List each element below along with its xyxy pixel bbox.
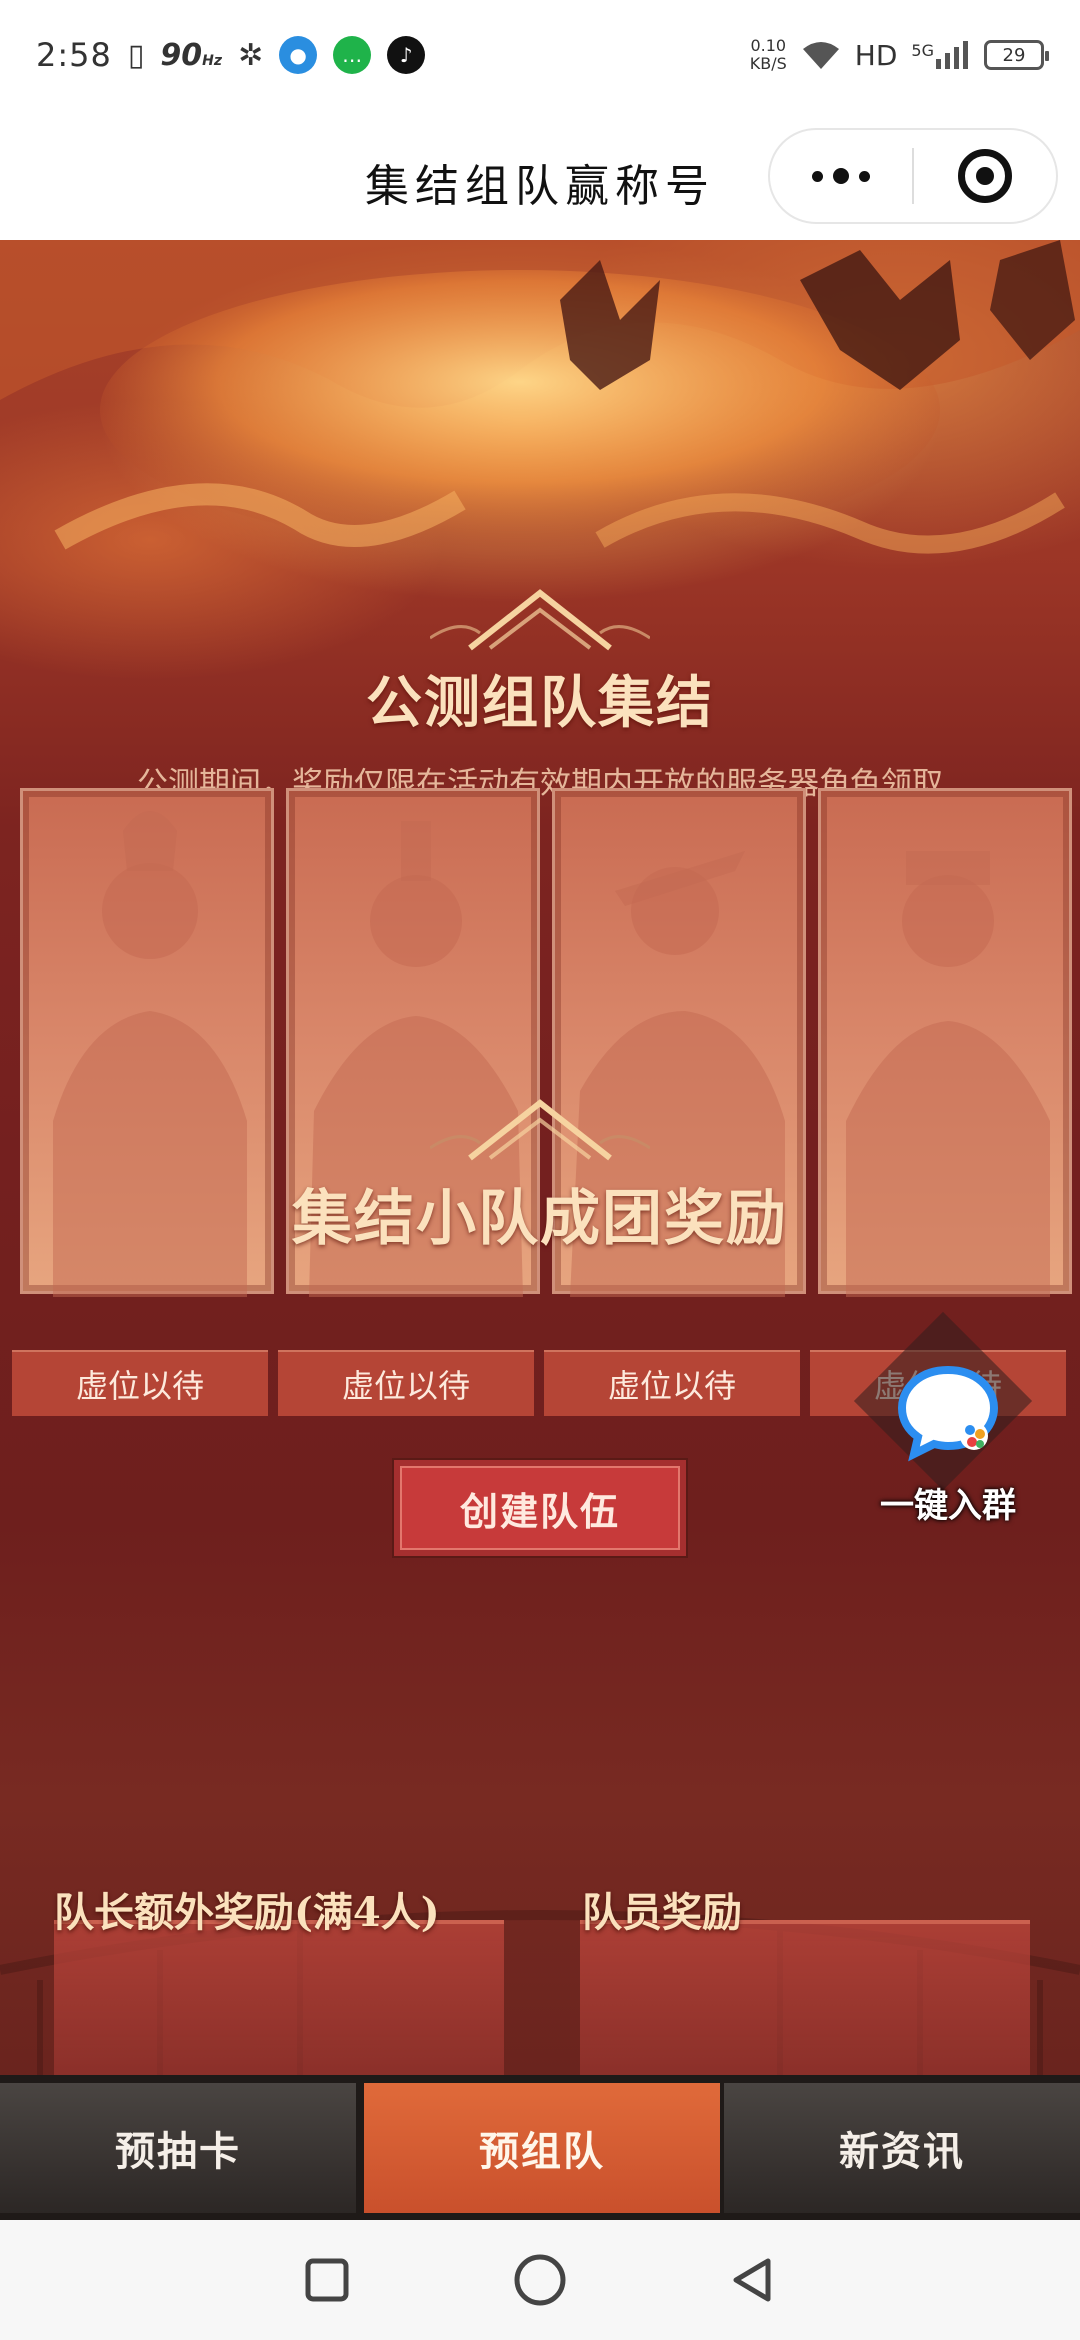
join-group-button[interactable]: 一键入群 bbox=[853, 1311, 1038, 1568]
circle-icon bbox=[514, 2254, 566, 2306]
chat-bubble-icon bbox=[897, 1365, 999, 1462]
event-page: 公测组队集结 公测期间，奖励仅限在活动有效期内开放的服务器角色领取 虚位以待 虚… bbox=[0, 240, 1080, 2075]
member-reward-panel bbox=[580, 1920, 1030, 2075]
battery-icon: 29 bbox=[984, 40, 1049, 70]
square-icon bbox=[305, 2258, 349, 2302]
dot-icon bbox=[812, 170, 823, 182]
mini-program-title-bar: 集结组队赢称号 bbox=[0, 110, 1080, 240]
hd-indicator: HD bbox=[854, 38, 898, 72]
status-bar: 2:58 ▯ 90Hz ✲ ● … ♪ 0.10 KB/S HD 5G 29 bbox=[0, 0, 1080, 110]
dot-icon bbox=[833, 168, 849, 184]
leader-reward-panel bbox=[54, 1920, 504, 2075]
title-ornament bbox=[430, 589, 650, 651]
system-navigation-bar bbox=[0, 2220, 1080, 2340]
status-time: 2:58 bbox=[36, 36, 112, 74]
net-speed-value: 0.10 bbox=[750, 36, 787, 55]
fan-icon: ✲ bbox=[238, 37, 264, 73]
close-mini-program-button[interactable] bbox=[914, 149, 1056, 203]
section-title-team-assembly: 公测组队集结 bbox=[366, 670, 714, 736]
status-left: 2:58 ▯ 90Hz ✲ ● … ♪ bbox=[36, 36, 426, 74]
refresh-rate-value: 90 bbox=[160, 37, 203, 73]
tab-pre-draw[interactable]: 预抽卡 bbox=[0, 2083, 356, 2213]
member-reward-label: 队员奖励 bbox=[582, 1889, 742, 1936]
refresh-rate: 90Hz bbox=[160, 38, 222, 73]
recent-apps-button[interactable] bbox=[297, 2250, 357, 2310]
title-ornament bbox=[430, 1099, 650, 1161]
refresh-rate-unit: Hz bbox=[202, 52, 222, 69]
wifi-icon bbox=[802, 42, 839, 69]
target-icon bbox=[957, 149, 1012, 203]
signal-icon bbox=[936, 41, 968, 69]
leader-reward-label: 队长额外奖励(满4人) bbox=[54, 1889, 440, 1936]
back-triangle-icon bbox=[733, 2258, 771, 2302]
vibrate-icon: ▯ bbox=[127, 37, 145, 73]
battery-level: 29 bbox=[1002, 44, 1026, 66]
net-speed-unit: KB/S bbox=[749, 54, 787, 73]
cell-label: 5G bbox=[911, 41, 934, 60]
tiktok-icon: ♪ bbox=[387, 36, 426, 74]
back-button[interactable] bbox=[723, 2250, 783, 2310]
slot-status-2: 虚位以待 bbox=[278, 1350, 534, 1416]
section-title-rewards: 集结小队成团奖励 bbox=[292, 1184, 788, 1254]
tab-news[interactable]: 新资讯 bbox=[724, 2083, 1080, 2213]
more-options-button[interactable] bbox=[770, 168, 912, 184]
slot-status-3: 虚位以待 bbox=[544, 1350, 800, 1416]
status-right: 0.10 KB/S HD 5G 29 bbox=[750, 37, 1049, 73]
dot-icon bbox=[859, 170, 870, 182]
capsule-menu bbox=[768, 128, 1058, 224]
tab-pre-team[interactable]: 预组队 bbox=[364, 2083, 720, 2213]
cell-indicator: 5G bbox=[911, 41, 970, 69]
net-speed: 0.10 KB/S bbox=[750, 37, 787, 73]
slot-status-1: 虚位以待 bbox=[12, 1350, 268, 1416]
bottom-tab-bar: 预抽卡 预组队 新资讯 bbox=[0, 2075, 1080, 2220]
join-group-label: 一键入群 bbox=[880, 1486, 1016, 1526]
home-button[interactable] bbox=[510, 2250, 570, 2310]
create-team-button[interactable]: 创建队伍 bbox=[392, 1458, 688, 1558]
app-notification-icon: ● bbox=[279, 36, 318, 74]
wechat-notification-icon: … bbox=[333, 36, 372, 74]
